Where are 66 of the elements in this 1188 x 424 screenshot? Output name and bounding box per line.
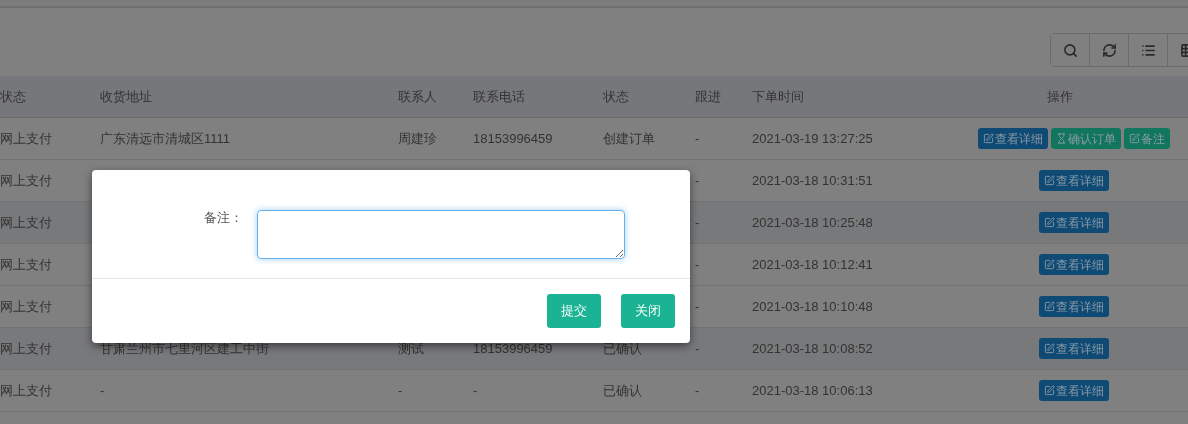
edit-icon (1044, 343, 1055, 354)
table-cell: 网上支付 (0, 382, 52, 398)
table-cell: 网上支付 (0, 172, 52, 188)
table-cell: 测试 (398, 340, 424, 356)
table-cell: - (473, 382, 478, 398)
note-label: 备注： (204, 209, 243, 227)
table-cell: 18153996459 (473, 340, 553, 356)
action-button[interactable]: 查看详细 (1039, 212, 1109, 233)
edit-icon (1044, 217, 1055, 228)
action-button[interactable]: 确认订单 (1051, 128, 1121, 149)
table-cell: - (100, 382, 105, 398)
column-header: 联系电话 (473, 88, 525, 104)
table-cell: - (695, 298, 700, 314)
edit-icon (1044, 259, 1055, 270)
table-cell: 18153996459 (473, 130, 553, 146)
table-cell: 网上支付 (0, 256, 52, 272)
column-header: 下单时间 (752, 88, 804, 104)
column-header: 状态 (603, 88, 629, 104)
list-icon (1140, 42, 1156, 58)
action-button[interactable]: 查看详细 (1039, 296, 1109, 317)
hourglass-icon (1056, 133, 1067, 144)
table-cell: 2021-03-18 10:12:41 (752, 256, 873, 272)
edit-icon (1044, 175, 1055, 186)
action-button[interactable]: 查看详细 (1039, 170, 1109, 191)
table-cell: 网上支付 (0, 130, 52, 146)
action-button[interactable]: 查看详细 (978, 128, 1048, 149)
column-header: 状态 (0, 88, 26, 104)
table-cell: - (695, 172, 700, 188)
action-button[interactable]: 查看详细 (1039, 380, 1109, 401)
column-header: 跟进 (695, 88, 721, 104)
toolbar-button[interactable] (1051, 34, 1090, 66)
edit-icon (1129, 133, 1140, 144)
edit-icon (1044, 385, 1055, 396)
table-cell: 已确认 (603, 382, 642, 398)
table-cell: 2021-03-18 10:06:13 (752, 382, 873, 398)
column-header: 收货地址 (100, 88, 152, 104)
table-cell: 2021-03-19 13:27:25 (752, 130, 873, 146)
table-cell: 网上支付 (0, 340, 52, 356)
edit-icon (1044, 301, 1055, 312)
table-cell: 创建订单 (603, 130, 655, 146)
table-cell: 2021-03-18 10:31:51 (752, 172, 873, 188)
table-cell: 2021-03-18 10:25:48 (752, 214, 873, 230)
table-cell: 2021-03-18 10:10:48 (752, 298, 873, 314)
table-cell: - (695, 130, 700, 146)
table-cell: 2021-03-18 10:08:52 (752, 340, 873, 356)
table-cell: - (695, 340, 700, 356)
action-button[interactable]: 查看详细 (1039, 338, 1109, 359)
search-icon (1062, 42, 1078, 58)
action-button[interactable]: 查看详细 (1039, 254, 1109, 275)
dialog-button[interactable]: 关闭 (621, 294, 675, 328)
table-cell: 网上支付 (0, 214, 52, 230)
column-header: 操作 (1047, 87, 1073, 106)
table-cell: - (695, 214, 700, 230)
note-field[interactable] (257, 210, 625, 259)
table-cell: 已确认 (603, 340, 642, 356)
edit-icon (983, 133, 994, 144)
column-header: 联系人 (398, 88, 437, 104)
table-cell: - (695, 256, 700, 272)
table-cell: - (695, 382, 700, 398)
table-cell: 广东清远市清城区1111 (100, 130, 231, 146)
table-cell: 周建珍 (398, 130, 437, 146)
table-cell: - (398, 382, 403, 398)
dialog-button[interactable]: 提交 (547, 294, 601, 328)
table-cell: 网上支付 (0, 298, 52, 314)
refresh-icon (1101, 42, 1117, 58)
action-button[interactable]: 备注 (1124, 128, 1170, 149)
